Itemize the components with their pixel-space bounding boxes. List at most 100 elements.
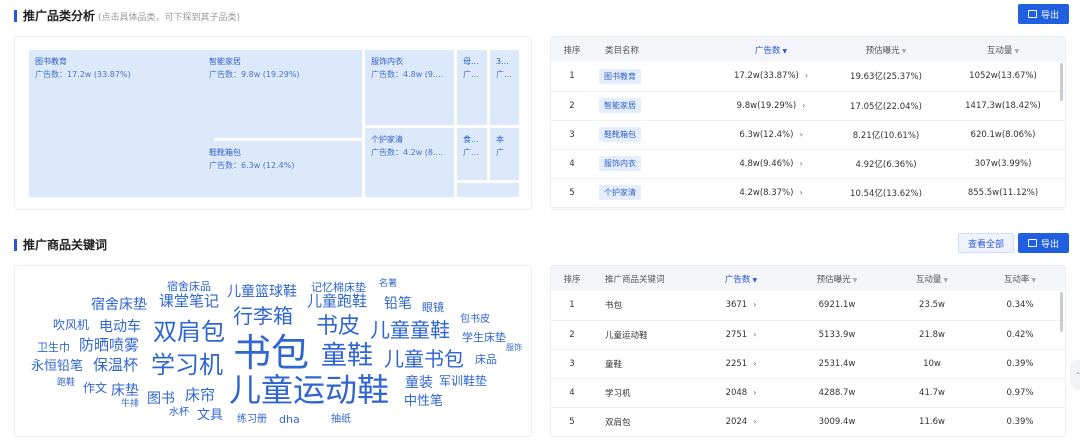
word-cloud-word[interactable]: 双肩包 (153, 320, 225, 344)
section-title-category: 推广品类分析 (点击具体品类，可下探到其子品类) (14, 7, 240, 24)
word-cloud-word[interactable]: 牛排 (121, 400, 139, 409)
chevron-right-icon: › (753, 300, 757, 310)
col-exposure-sort[interactable]: 预估曝光 ▼ (785, 266, 889, 291)
row-rank: 2 (551, 320, 593, 350)
tile-value: 广告数：17.2w (33.87%) (35, 70, 131, 79)
row-ads-cell[interactable]: 17.2w(33.87%) › (711, 62, 831, 92)
chevron-right-icon: › (753, 329, 757, 339)
table-row: 3 童鞋 2251 › 2531.4w 10w 0.39% (551, 349, 1065, 379)
category-tag[interactable]: 个护家清 (599, 185, 641, 200)
word-cloud-word[interactable]: 行李箱 (233, 306, 293, 326)
category-tag[interactable]: 智能家居 (599, 98, 641, 113)
sort-down-icon: ▼ (943, 276, 949, 284)
word-cloud-word[interactable]: 中性笔 (404, 395, 443, 408)
word-cloud-word[interactable]: 卫生巾 (37, 342, 70, 353)
treemap-tile[interactable]: 智能家居 广告数：9.8w (19.29%) (203, 50, 362, 138)
word-cloud-word[interactable]: 水杯 (169, 408, 189, 418)
word-cloud-word[interactable]: 保温杯 (93, 358, 138, 373)
word-cloud-word[interactable]: 眼镜 (422, 302, 444, 313)
word-cloud-word[interactable]: 床品 (475, 354, 497, 365)
word-cloud-word[interactable]: 学生床垫 (462, 332, 506, 343)
col-rate-sort[interactable]: 互动率 ▼ (975, 266, 1065, 291)
treemap-tile-small[interactable] (457, 183, 519, 197)
word-cloud-word[interactable]: 童装 (405, 376, 433, 390)
word-cloud-word[interactable]: 书皮 (316, 316, 360, 338)
row-keyword: 书包 (593, 291, 697, 321)
category-tag[interactable]: 图书教育 (599, 68, 641, 84)
col-rate-label: 互动率 (1003, 274, 1030, 285)
word-cloud-word[interactable]: 防晒喷雾 (79, 338, 139, 353)
word-cloud-word[interactable]: 儿童跑鞋 (307, 294, 367, 309)
word-cloud-word[interactable]: 跑鞋 (57, 379, 75, 388)
treemap-tile[interactable]: 服饰内衣 广告数：4.8w (9.... (365, 50, 454, 125)
row-ads-cell[interactable]: 4.2w(8.37%) › (711, 178, 831, 208)
side-collapse-button[interactable]: ⌃ (1070, 360, 1080, 390)
export-button-category[interactable]: 导出 (1018, 4, 1070, 24)
word-cloud-word[interactable]: dha (279, 414, 300, 425)
row-rank: 5 (551, 178, 593, 208)
row-exposure: 3009.4w (785, 407, 889, 436)
col-ads-label: 广告数 (724, 274, 751, 285)
view-all-button[interactable]: 查看全部 (958, 233, 1015, 253)
word-cloud-word[interactable]: 吹风机 (53, 319, 89, 331)
word-cloud-word[interactable]: 学习机 (151, 353, 223, 377)
category-tag[interactable]: 鞋靴箱包 (599, 127, 641, 142)
tile-value: 广... (463, 148, 479, 157)
row-ads: 2251 (725, 358, 748, 369)
word-cloud-word[interactable]: 课堂笔记 (159, 294, 219, 309)
word-cloud-word[interactable]: 作文 (83, 382, 107, 394)
row-ads-cell[interactable]: 2048 › (697, 378, 785, 408)
category-tag[interactable]: 服饰内衣 (599, 156, 641, 171)
treemap-tile[interactable]: 3... 广... (490, 50, 519, 125)
row-ads-cell[interactable]: 9.8w(19.29%) › (711, 91, 831, 121)
treemap-tile[interactable]: 母... 广... (457, 50, 487, 125)
row-ads-cell[interactable]: 4.8w(9.46%) › (711, 149, 831, 179)
word-cloud-word[interactable]: 宿舍床垫 (91, 298, 147, 312)
treemap-tile[interactable]: 图书教育 广告数：17.2w (33.87%) (29, 50, 214, 197)
word-cloud-word[interactable]: 记忆棉床垫 (311, 282, 366, 293)
word-cloud-word[interactable]: 永恒铅笔 (31, 360, 83, 373)
col-exposure-sort[interactable]: 预估曝光 ▼ (831, 37, 941, 62)
chevron-right-icon: › (753, 387, 757, 397)
row-ads-cell[interactable]: 3671 › (697, 291, 785, 321)
row-ads-cell[interactable]: 2751 › (697, 320, 785, 350)
row-ads-cell[interactable]: 6.3w(12.4%) › (711, 120, 831, 150)
word-cloud-word[interactable]: 床垫 (111, 384, 139, 398)
row-exposure: 4.92亿(6.36%) (831, 149, 941, 179)
word-cloud-word[interactable]: 包书皮 (460, 315, 490, 325)
word-cloud-word[interactable]: 儿童童鞋 (370, 320, 450, 340)
word-cloud-word[interactable]: 儿童运动鞋 (229, 374, 389, 406)
section-title-keywords: 推广商品关键词 (14, 236, 107, 253)
word-cloud-word[interactable]: 名著 (379, 280, 397, 289)
row-ads-cell[interactable]: 2024 › (697, 407, 785, 436)
col-ads-sort[interactable]: 广告数 ▼ (697, 266, 785, 291)
word-cloud-word[interactable]: 抽纸 (331, 415, 351, 425)
word-cloud-word[interactable]: 床帘 (185, 388, 215, 403)
col-interaction-sort[interactable]: 互动量 ▼ (941, 37, 1065, 62)
word-cloud-word[interactable]: 电动车 (99, 320, 141, 334)
word-cloud-word[interactable]: 儿童书包 (384, 349, 464, 369)
word-cloud-word[interactable]: 图书 (147, 392, 175, 406)
treemap-tile[interactable]: 个护家清 广告数：4.2w (8.... (365, 128, 454, 197)
treemap-panel: 图书教育 广告数：17.2w (33.87%) 智能家居 广告数：9.8w (1… (14, 36, 532, 210)
col-interaction-sort[interactable]: 互动量 ▼ (889, 266, 975, 291)
treemap-tile[interactable]: 食... 广... (457, 128, 487, 180)
word-cloud-word[interactable]: 练习册 (237, 415, 267, 425)
treemap-tile[interactable]: 本 广 (490, 128, 519, 180)
export-button-keywords[interactable]: 导出 (1018, 233, 1070, 253)
treemap-tile[interactable]: 鞋靴箱包 广告数：6.3w (12.4%) (203, 141, 362, 197)
scrollbar[interactable] (1060, 63, 1063, 101)
word-cloud-word[interactable]: 文具 (197, 409, 223, 422)
word-cloud-word[interactable]: 书包 (233, 334, 309, 372)
word-cloud-word[interactable]: 军训鞋垫 (439, 375, 487, 387)
export-label: 导出 (1041, 239, 1060, 250)
word-cloud-word[interactable]: 铅笔 (384, 297, 412, 311)
keyword-table: 排序 推广商品关键词 广告数 ▼ 预估曝光 ▼ 互动量 ▼ 互动率 ▼ 1 书包 367… (551, 266, 1065, 436)
row-ads-cell[interactable]: 2251 › (697, 349, 785, 379)
col-ads-sort[interactable]: 广告数 ▼ (711, 37, 831, 62)
word-cloud-word[interactable]: 宿舍床品 (167, 281, 211, 292)
word-cloud-word[interactable]: 儿童篮球鞋 (227, 285, 297, 299)
word-cloud-word[interactable]: 童鞋 (321, 343, 373, 369)
word-cloud-word[interactable]: 服饰 (506, 344, 522, 352)
scrollbar[interactable] (1060, 292, 1063, 332)
